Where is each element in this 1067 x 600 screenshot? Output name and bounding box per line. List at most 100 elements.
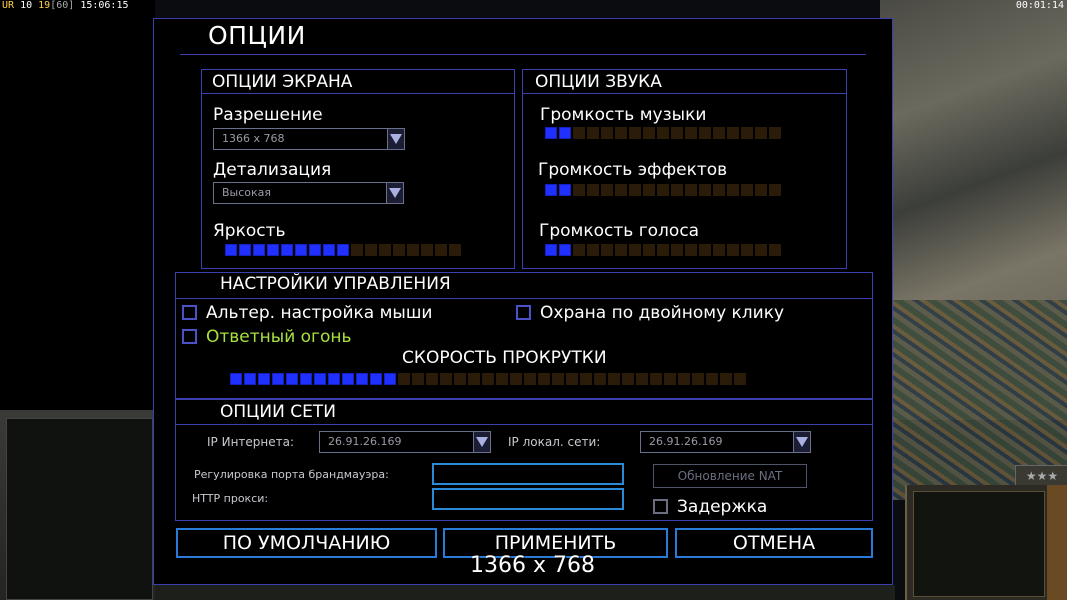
- slider-segment-filled[interactable]: [342, 373, 354, 385]
- slider-segment-empty[interactable]: [426, 373, 438, 385]
- slider-segment-empty[interactable]: [734, 373, 746, 385]
- slider-segment-empty[interactable]: [727, 244, 739, 256]
- slider-segment-empty[interactable]: [629, 184, 641, 196]
- slider-segment-empty[interactable]: [643, 127, 655, 139]
- chevron-down-icon[interactable]: [473, 432, 490, 452]
- firewall-port-input[interactable]: [432, 463, 624, 485]
- slider-segment-empty[interactable]: [769, 244, 781, 256]
- double-click-guard-checkbox[interactable]: [516, 305, 531, 320]
- alt-mouse-label[interactable]: Альтер. настройка мыши: [206, 303, 432, 323]
- slider-segment-filled[interactable]: [314, 373, 326, 385]
- slider-segment-empty[interactable]: [629, 127, 641, 139]
- slider-segment-filled[interactable]: [323, 244, 335, 256]
- alt-mouse-checkbox[interactable]: [182, 305, 197, 320]
- slider-segment-empty[interactable]: [671, 244, 683, 256]
- slider-segment-filled[interactable]: [559, 184, 571, 196]
- delay-label[interactable]: Задержка: [677, 497, 767, 517]
- slider-segment-empty[interactable]: [421, 244, 433, 256]
- slider-segment-empty[interactable]: [713, 184, 725, 196]
- slider-segment-empty[interactable]: [393, 244, 405, 256]
- return-fire-label[interactable]: Ответный огонь: [206, 327, 352, 347]
- slider-segment-empty[interactable]: [755, 127, 767, 139]
- slider-segment-empty[interactable]: [615, 244, 627, 256]
- detail-select[interactable]: Высокая: [213, 182, 404, 204]
- brightness-slider[interactable]: [225, 244, 461, 256]
- slider-segment-empty[interactable]: [573, 184, 585, 196]
- slider-segment-filled[interactable]: [253, 244, 265, 256]
- slider-segment-empty[interactable]: [482, 373, 494, 385]
- slider-segment-empty[interactable]: [720, 373, 732, 385]
- slider-segment-empty[interactable]: [435, 244, 447, 256]
- slider-segment-empty[interactable]: [587, 184, 599, 196]
- effects-volume-slider[interactable]: [545, 184, 781, 196]
- slider-segment-empty[interactable]: [365, 244, 377, 256]
- slider-segment-empty[interactable]: [510, 373, 522, 385]
- slider-segment-empty[interactable]: [580, 373, 592, 385]
- slider-segment-filled[interactable]: [370, 373, 382, 385]
- slider-segment-filled[interactable]: [272, 373, 284, 385]
- slider-segment-empty[interactable]: [398, 373, 410, 385]
- slider-segment-empty[interactable]: [379, 244, 391, 256]
- slider-segment-empty[interactable]: [755, 184, 767, 196]
- scroll-speed-slider[interactable]: [230, 373, 746, 385]
- slider-segment-filled[interactable]: [225, 244, 237, 256]
- slider-segment-empty[interactable]: [601, 244, 613, 256]
- slider-segment-empty[interactable]: [699, 127, 711, 139]
- slider-segment-empty[interactable]: [741, 127, 753, 139]
- slider-segment-empty[interactable]: [615, 127, 627, 139]
- slider-segment-empty[interactable]: [671, 184, 683, 196]
- slider-segment-filled[interactable]: [559, 127, 571, 139]
- slider-segment-empty[interactable]: [657, 127, 669, 139]
- slider-segment-empty[interactable]: [692, 373, 704, 385]
- slider-segment-empty[interactable]: [713, 127, 725, 139]
- slider-segment-filled[interactable]: [328, 373, 340, 385]
- slider-segment-empty[interactable]: [650, 373, 662, 385]
- return-fire-checkbox[interactable]: [182, 329, 197, 344]
- slider-segment-empty[interactable]: [538, 373, 550, 385]
- slider-segment-empty[interactable]: [769, 184, 781, 196]
- slider-segment-empty[interactable]: [351, 244, 363, 256]
- http-proxy-input[interactable]: [432, 488, 624, 510]
- slider-segment-empty[interactable]: [657, 244, 669, 256]
- slider-segment-empty[interactable]: [468, 373, 480, 385]
- slider-segment-empty[interactable]: [601, 127, 613, 139]
- chevron-down-icon[interactable]: [387, 129, 404, 149]
- slider-segment-empty[interactable]: [699, 244, 711, 256]
- slider-segment-empty[interactable]: [608, 373, 620, 385]
- voice-volume-slider[interactable]: [545, 244, 781, 256]
- slider-segment-empty[interactable]: [566, 373, 578, 385]
- slider-segment-filled[interactable]: [337, 244, 349, 256]
- slider-segment-empty[interactable]: [706, 373, 718, 385]
- slider-segment-empty[interactable]: [643, 244, 655, 256]
- slider-segment-empty[interactable]: [678, 373, 690, 385]
- slider-segment-empty[interactable]: [552, 373, 564, 385]
- slider-segment-empty[interactable]: [573, 127, 585, 139]
- slider-segment-filled[interactable]: [545, 184, 557, 196]
- slider-segment-filled[interactable]: [239, 244, 251, 256]
- slider-segment-empty[interactable]: [699, 184, 711, 196]
- slider-segment-empty[interactable]: [755, 244, 767, 256]
- chevron-down-icon[interactable]: [793, 432, 810, 452]
- slider-segment-empty[interactable]: [587, 127, 599, 139]
- slider-segment-empty[interactable]: [643, 184, 655, 196]
- double-click-guard-label[interactable]: Охрана по двойному клику: [540, 303, 784, 323]
- slider-segment-empty[interactable]: [449, 244, 461, 256]
- slider-segment-filled[interactable]: [300, 373, 312, 385]
- slider-segment-empty[interactable]: [727, 127, 739, 139]
- slider-segment-filled[interactable]: [384, 373, 396, 385]
- slider-segment-empty[interactable]: [664, 373, 676, 385]
- default-button[interactable]: ПО УМОЛЧАНИЮ: [176, 528, 437, 558]
- slider-segment-filled[interactable]: [267, 244, 279, 256]
- slider-segment-empty[interactable]: [440, 373, 452, 385]
- slider-segment-empty[interactable]: [622, 373, 634, 385]
- slider-segment-empty[interactable]: [629, 244, 641, 256]
- slider-segment-empty[interactable]: [594, 373, 606, 385]
- slider-segment-empty[interactable]: [685, 184, 697, 196]
- slider-segment-filled[interactable]: [309, 244, 321, 256]
- slider-segment-empty[interactable]: [741, 184, 753, 196]
- resolution-select[interactable]: 1366 x 768: [213, 128, 405, 150]
- cancel-button[interactable]: ОТМЕНА: [675, 528, 873, 558]
- slider-segment-empty[interactable]: [454, 373, 466, 385]
- slider-segment-empty[interactable]: [685, 244, 697, 256]
- slider-segment-filled[interactable]: [356, 373, 368, 385]
